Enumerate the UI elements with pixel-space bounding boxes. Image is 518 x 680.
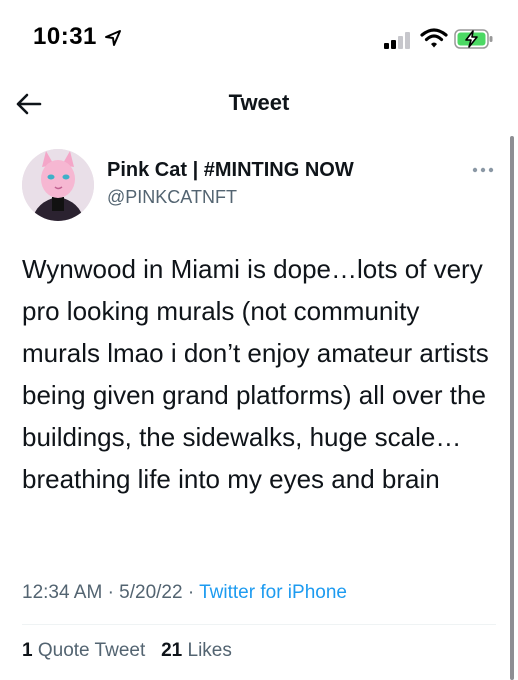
status-bar: 10:31 (0, 0, 518, 80)
more-dots-icon[interactable] (472, 166, 494, 174)
meta-separator: · (187, 582, 195, 603)
tweet-text: Wynwood in Miami is dope…lots of very pr… (22, 254, 489, 494)
quote-label: Quote Tweet (37, 640, 146, 661)
scrollbar[interactable] (510, 136, 514, 680)
tweet-time: 12:34 AM (22, 582, 103, 603)
meta-separator: · (107, 582, 114, 603)
pink-cat-avatar-icon (22, 149, 94, 221)
quote-count: 1 (22, 640, 33, 661)
author-handle[interactable]: @PINKCATNFT (107, 187, 237, 208)
location-arrow-icon (105, 30, 121, 46)
tweet-stats: 1 Quote Tweet 21 Likes (22, 640, 232, 662)
divider (22, 624, 496, 625)
battery-charging-icon (454, 29, 493, 49)
likes-label: Likes (187, 640, 232, 661)
page-title: Tweet (228, 90, 290, 115)
wifi-icon (420, 28, 448, 48)
author-name[interactable]: Pink Cat | #MINTING NOW (107, 159, 354, 182)
status-time: 10:31 (33, 23, 97, 50)
tweet-date: 5/20/22 (119, 582, 183, 603)
cellular-signal-icon (384, 32, 410, 49)
like-count: 21 (161, 640, 183, 661)
avatar[interactable] (22, 149, 94, 221)
nav-bar: Tweet (0, 80, 518, 130)
quote-tweets-stat[interactable]: 1 Quote Tweet (22, 640, 145, 661)
tweet-meta: 12:34 AM · 5/20/22 · Twitter for iPhone (22, 582, 347, 604)
tweet-source-link[interactable]: Twitter for iPhone (199, 582, 347, 603)
likes-stat[interactable]: 21 Likes (161, 640, 232, 661)
